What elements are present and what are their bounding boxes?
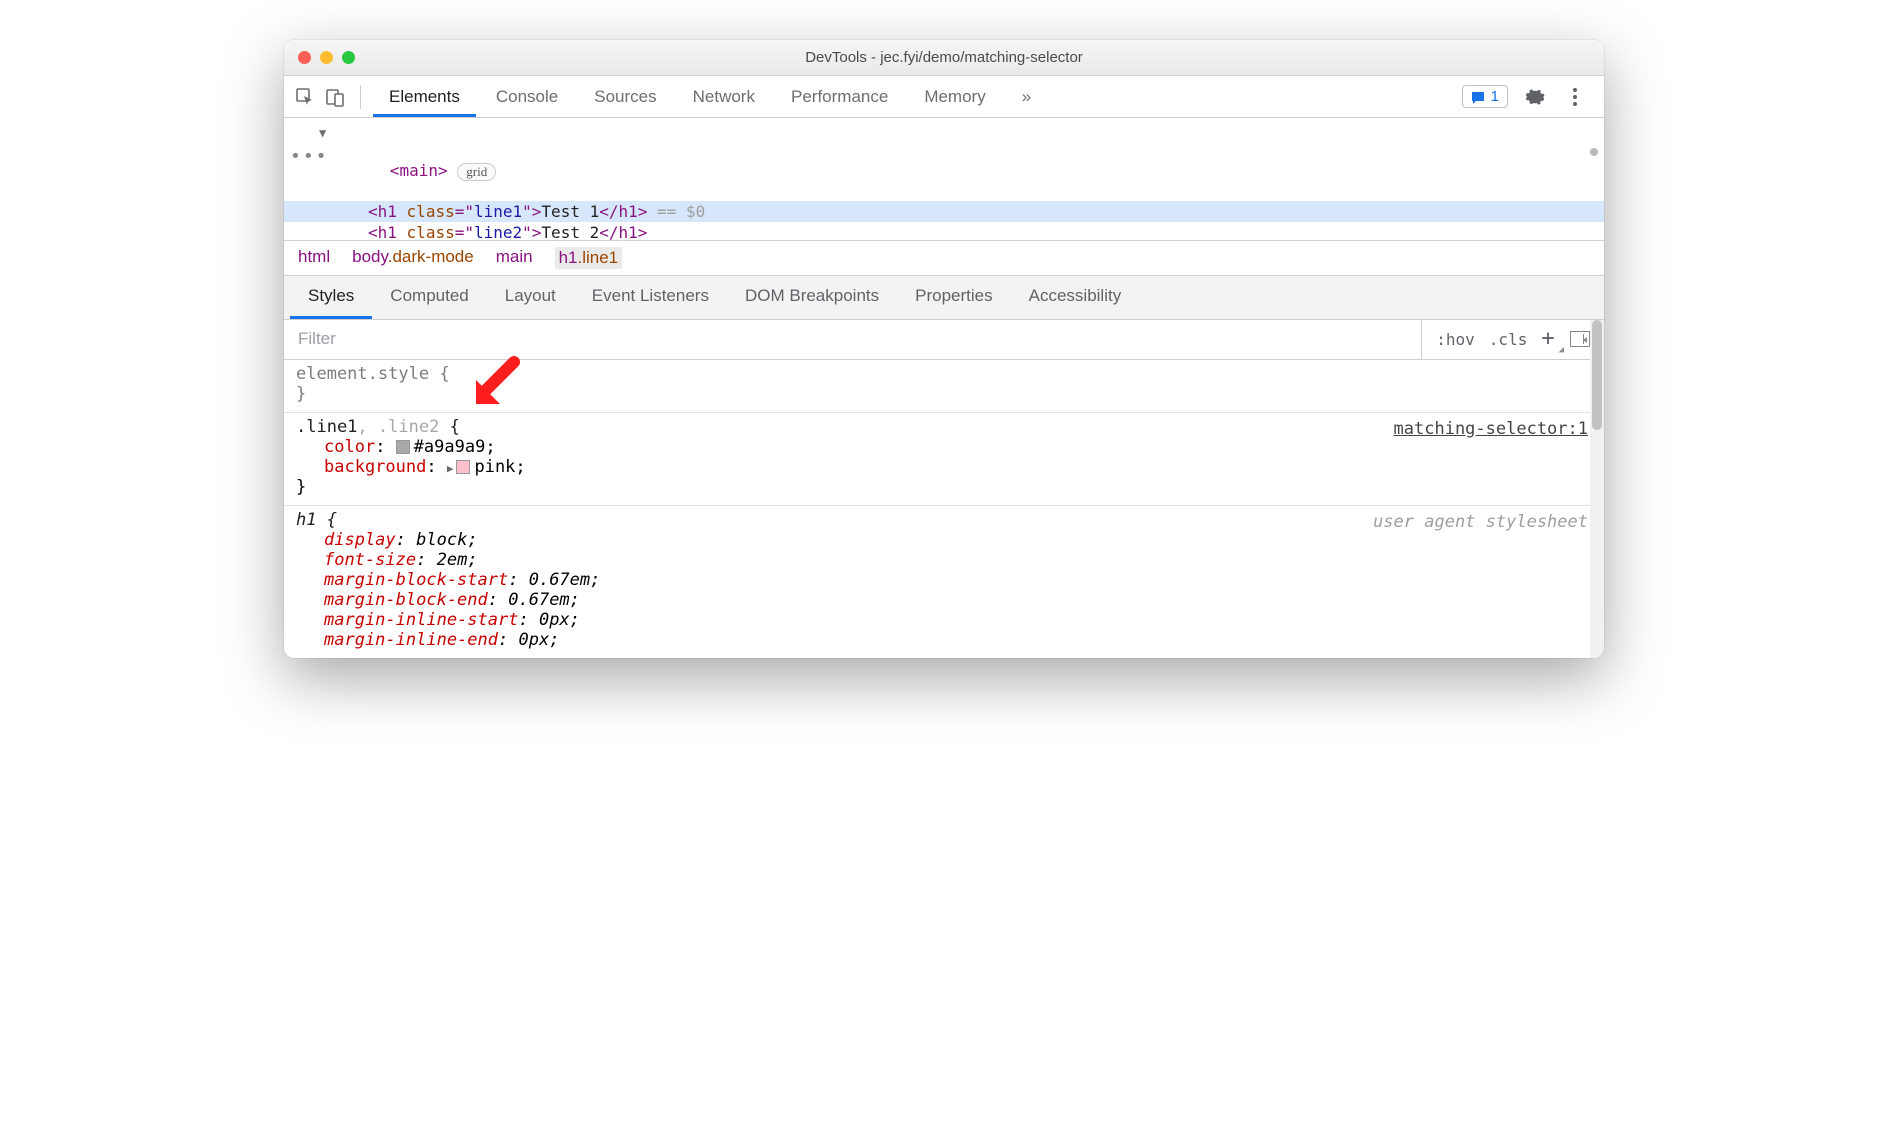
scrollbar-thumb[interactable] bbox=[1592, 320, 1602, 430]
dom-tree[interactable]: ▼ <main> grid ••• <h1 class="line1">Test… bbox=[284, 118, 1604, 240]
breadcrumb-main[interactable]: main bbox=[496, 247, 533, 269]
dom-node-h1-line1[interactable]: <h1 class="line1">Test 1</h1> == $0 bbox=[284, 201, 1604, 222]
subtab-properties[interactable]: Properties bbox=[897, 276, 1010, 319]
styles-content: :hov .cls + ◢ element.style { } matching… bbox=[284, 320, 1604, 658]
issues-button[interactable]: 1 bbox=[1462, 85, 1508, 108]
breadcrumb: html body.dark-mode main h1.line1 bbox=[284, 240, 1604, 276]
annotation-arrow-icon bbox=[470, 356, 524, 410]
dom-node-h1-line2[interactable]: <h1 class="line2">Test 2</h1> bbox=[284, 222, 1604, 240]
expand-triangle-icon[interactable]: ▼ bbox=[319, 126, 326, 140]
vertical-scrollbar[interactable] bbox=[1590, 320, 1604, 658]
rule-element-style[interactable]: element.style { } bbox=[284, 360, 1604, 413]
tab-console[interactable]: Console bbox=[480, 77, 574, 117]
kebab-menu-icon[interactable] bbox=[1562, 84, 1588, 110]
subtab-computed[interactable]: Computed bbox=[372, 276, 486, 319]
subtab-accessibility[interactable]: Accessibility bbox=[1011, 276, 1140, 319]
rule-h1-user-agent[interactable]: user agent stylesheet h1 { display: bloc… bbox=[284, 506, 1604, 658]
tab-network[interactable]: Network bbox=[677, 77, 771, 117]
inspect-element-icon[interactable] bbox=[292, 84, 318, 110]
breadcrumb-h1[interactable]: h1.line1 bbox=[555, 247, 623, 269]
expand-triangle-icon[interactable]: ▶ bbox=[447, 462, 454, 475]
subtab-event-listeners[interactable]: Event Listeners bbox=[574, 276, 727, 319]
breadcrumb-html[interactable]: html bbox=[298, 247, 330, 269]
breadcrumb-body[interactable]: body.dark-mode bbox=[352, 247, 474, 269]
titlebar: DevTools - jec.fyi/demo/matching-selecto… bbox=[284, 40, 1604, 76]
issues-count: 1 bbox=[1491, 88, 1499, 105]
tab-memory[interactable]: Memory bbox=[908, 77, 1001, 117]
color-swatch-icon[interactable] bbox=[396, 440, 410, 454]
hov-toggle[interactable]: :hov bbox=[1436, 330, 1475, 349]
tab-sources[interactable]: Sources bbox=[578, 77, 672, 117]
settings-gear-icon[interactable] bbox=[1522, 84, 1548, 110]
stylesheet-source-link[interactable]: matching-selector:1 bbox=[1394, 419, 1588, 439]
window-title: DevTools - jec.fyi/demo/matching-selecto… bbox=[284, 49, 1604, 66]
device-toolbar-icon[interactable] bbox=[322, 84, 348, 110]
rule-line1-line2[interactable]: matching-selector:1 .line1, .line2 { col… bbox=[284, 413, 1604, 506]
separator bbox=[360, 85, 361, 109]
devtools-window: DevTools - jec.fyi/demo/matching-selecto… bbox=[284, 40, 1604, 658]
tab-performance[interactable]: Performance bbox=[775, 77, 904, 117]
corner-handle-icon: ◢ bbox=[1559, 345, 1564, 355]
subtab-styles[interactable]: Styles bbox=[290, 276, 372, 319]
sidebar-toggle-icon[interactable] bbox=[1570, 331, 1590, 347]
ellipsis-icon[interactable]: ••• bbox=[290, 146, 329, 167]
tabs-overflow[interactable]: » bbox=[1006, 77, 1047, 117]
new-style-rule-button[interactable]: + bbox=[1541, 332, 1554, 346]
styles-panel: element.style { } matching-selector:1 .l… bbox=[284, 360, 1604, 658]
subtab-dom-breakpoints[interactable]: DOM Breakpoints bbox=[727, 276, 897, 319]
subtab-layout[interactable]: Layout bbox=[487, 276, 574, 319]
styles-filter-input[interactable] bbox=[284, 329, 1421, 349]
scroll-indicator bbox=[1590, 148, 1598, 156]
grid-badge[interactable]: grid bbox=[457, 163, 496, 181]
dom-node-main[interactable]: ▼ <main> grid bbox=[284, 122, 1604, 201]
tab-elements[interactable]: Elements bbox=[373, 77, 476, 117]
color-swatch-icon[interactable] bbox=[456, 460, 470, 474]
styles-filter-bar: :hov .cls + ◢ bbox=[284, 320, 1604, 360]
styles-subtabs: Styles Computed Layout Event Listeners D… bbox=[284, 276, 1604, 320]
main-tabs: Elements Console Sources Network Perform… bbox=[284, 76, 1604, 118]
user-agent-label: user agent stylesheet bbox=[1373, 512, 1588, 532]
cls-toggle[interactable]: .cls bbox=[1489, 330, 1528, 349]
